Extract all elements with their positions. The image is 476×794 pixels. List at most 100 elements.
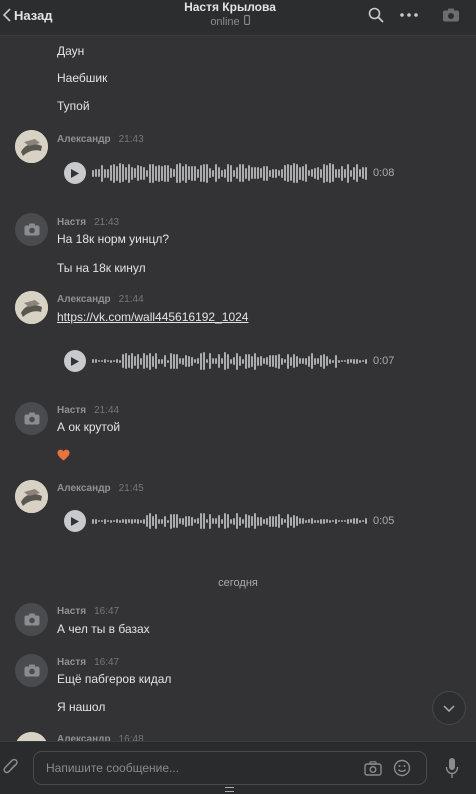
- microphone-icon[interactable]: [441, 755, 463, 781]
- waveform-bar: [251, 355, 253, 367]
- waveform-bar: [215, 164, 217, 182]
- waveform-bar: [263, 358, 265, 364]
- avatar[interactable]: [15, 480, 48, 513]
- waveform-bar: [293, 163, 295, 183]
- waveform-bar: [224, 352, 226, 370]
- voice-waveform[interactable]: [92, 350, 367, 372]
- waveform-bar: [230, 164, 232, 182]
- author-name[interactable]: Настя: [57, 217, 86, 228]
- author-name[interactable]: Александр: [57, 294, 111, 305]
- waveform-bar: [221, 169, 223, 177]
- waveform-bar: [203, 164, 205, 182]
- message-link[interactable]: https://vk.com/wall445616192_1024: [57, 310, 248, 324]
- waveform-bar: [206, 519, 208, 523]
- author-name[interactable]: Александр: [57, 134, 111, 145]
- avatar[interactable]: [15, 213, 48, 246]
- search-icon[interactable]: [365, 5, 387, 25]
- avatar[interactable]: [15, 402, 48, 435]
- waveform-bar: [164, 164, 166, 182]
- smile-icon[interactable]: [391, 758, 413, 778]
- message-text: На 18к норм уинцл?: [57, 232, 170, 246]
- waveform-bar: [245, 514, 247, 528]
- waveform-bar: [260, 516, 262, 526]
- waveform-bar: [236, 352, 238, 370]
- waveform-bar: [101, 360, 103, 362]
- waveform-bar: [134, 356, 136, 366]
- message-text: Ты на 18к кинул: [57, 261, 146, 275]
- message-time: 21:44: [94, 405, 120, 416]
- waveform-bar: [113, 163, 115, 183]
- waveform-bar: [335, 168, 337, 178]
- waveform-bar: [272, 355, 274, 367]
- author-name[interactable]: Настя: [57, 657, 86, 668]
- voice-duration: 0:05: [373, 515, 395, 527]
- waveform-bar: [338, 359, 340, 363]
- waveform-bar: [296, 163, 298, 183]
- avatar[interactable]: [15, 654, 48, 687]
- play-button[interactable]: [64, 350, 86, 372]
- voice-waveform[interactable]: [92, 510, 367, 532]
- resize-handle[interactable]: [225, 787, 234, 792]
- avatar[interactable]: [15, 130, 48, 163]
- waveform-bar: [338, 520, 340, 522]
- more-horizontal-icon[interactable]: [398, 5, 420, 25]
- waveform-bar: [254, 513, 256, 529]
- chat-title-block[interactable]: Настя Крылова online: [140, 0, 320, 30]
- waveform-bar: [134, 519, 136, 523]
- scroll-down-button[interactable]: [432, 691, 466, 725]
- waveform-bar: [143, 166, 145, 180]
- waveform-bar: [329, 163, 331, 183]
- waveform-bar: [233, 169, 235, 177]
- waveform-bar: [206, 163, 208, 183]
- waveform-bar: [350, 519, 352, 523]
- author-name[interactable]: Настя: [57, 606, 86, 617]
- chat-title: Настя Крылова: [184, 0, 276, 14]
- waveform-bar: [347, 358, 349, 364]
- avatar[interactable]: [15, 603, 48, 636]
- message-input-box[interactable]: [33, 751, 427, 785]
- waveform-bar: [125, 518, 127, 524]
- waveform-bar: [107, 168, 109, 178]
- waveform-bar: [326, 356, 328, 366]
- waveform-bar: [347, 518, 349, 524]
- camera-icon[interactable]: [440, 5, 462, 25]
- waveform-bar: [185, 163, 187, 183]
- voice-waveform[interactable]: [92, 162, 367, 184]
- waveform-bar: [269, 515, 271, 527]
- waveform-bar: [359, 359, 361, 363]
- waveform-bar: [155, 513, 157, 529]
- waveform-bar: [137, 165, 139, 181]
- back-button[interactable]: Назад: [0, 0, 53, 30]
- waveform-bar: [107, 360, 109, 362]
- play-button[interactable]: [64, 162, 86, 184]
- camera-icon[interactable]: [362, 758, 384, 778]
- waveform-bar: [113, 520, 115, 522]
- waveform-bar: [350, 169, 352, 177]
- play-button[interactable]: [64, 510, 86, 532]
- waveform-bar: [152, 163, 154, 183]
- waveform-bar: [245, 353, 247, 369]
- waveform-bar: [251, 516, 253, 526]
- waveform-bar: [164, 355, 166, 367]
- waveform-bar: [239, 164, 241, 182]
- waveform-bar: [179, 518, 181, 524]
- paperclip-icon[interactable]: [0, 756, 22, 780]
- avatar[interactable]: [15, 291, 48, 324]
- message-input[interactable]: [46, 752, 366, 784]
- waveform-bar: [185, 355, 187, 367]
- waveform-bar: [278, 353, 280, 369]
- waveform-bar: [98, 169, 100, 177]
- waveform-bar: [95, 169, 97, 177]
- waveform-bar: [98, 520, 100, 522]
- waveform-bar: [179, 358, 181, 364]
- waveform-bar: [287, 164, 289, 182]
- author-name[interactable]: Настя: [57, 405, 86, 416]
- message-time: 21:44: [118, 294, 144, 305]
- waveform-bar: [146, 515, 148, 527]
- waveform-bar: [176, 163, 178, 183]
- waveform-bar: [263, 518, 265, 524]
- author-name[interactable]: Александр: [57, 483, 111, 494]
- waveform-bar: [170, 353, 172, 369]
- message-text: Ещё пабгеров кидал: [57, 672, 172, 686]
- waveform-bar: [362, 167, 364, 179]
